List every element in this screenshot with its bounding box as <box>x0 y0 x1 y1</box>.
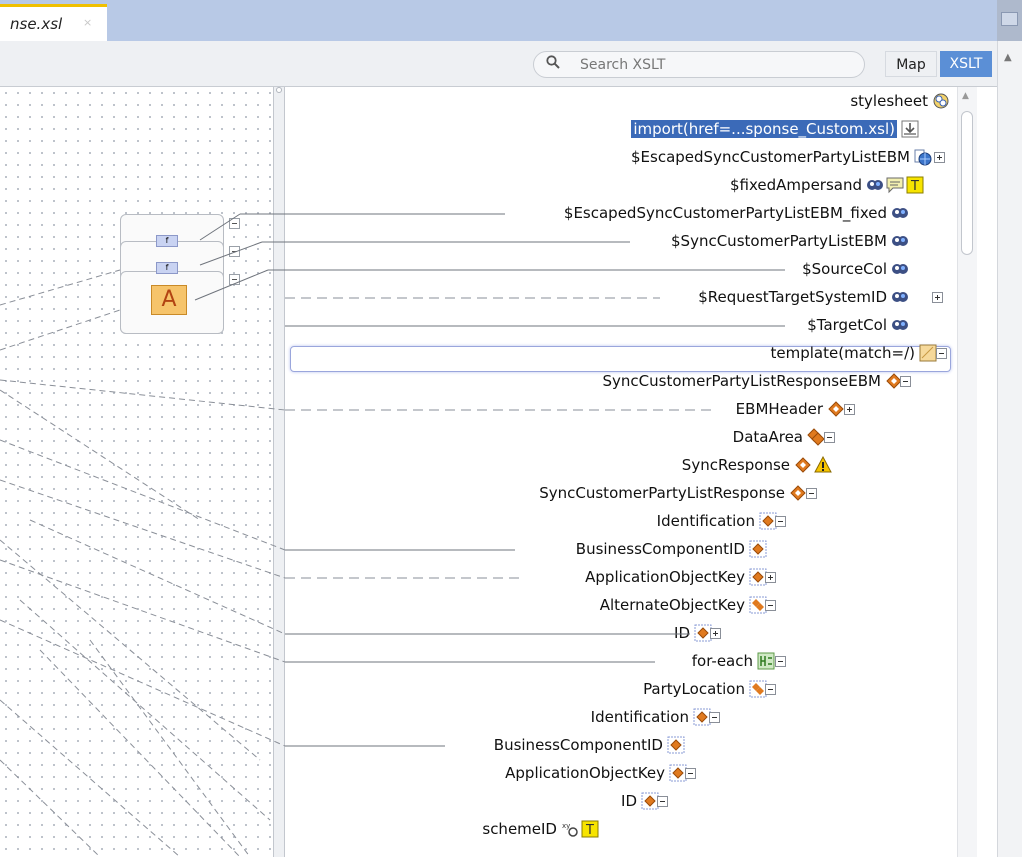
variable-icon <box>866 176 884 194</box>
svg-text:xy: xy <box>562 822 570 830</box>
collapse-toggle[interactable] <box>775 516 786 527</box>
variable-icon <box>891 260 909 278</box>
scrollbar-thumb[interactable] <box>961 111 973 255</box>
template-icon <box>919 344 937 362</box>
tree-node-label[interactable]: $TargetCol <box>807 316 887 334</box>
element-optional-icon <box>667 736 685 754</box>
variable-icon <box>891 316 909 334</box>
tree-node-label[interactable]: $RequestTargetSystemID <box>698 288 887 306</box>
tree-node-label[interactable]: stylesheet <box>850 92 928 110</box>
editor-tab-bar: nse.xsl × <box>0 0 1022 41</box>
tree-node-label[interactable]: SyncCustomerPartyListResponse <box>539 484 785 502</box>
svg-text:T: T <box>585 823 594 838</box>
tree-node-label[interactable]: import(href=...sponse_Custom.xsl) <box>631 120 897 138</box>
element-icon <box>789 484 807 502</box>
tree-node-label[interactable]: ApplicationObjectKey <box>585 568 745 586</box>
tab-list-dropdown-button[interactable] <box>1001 12 1018 26</box>
element-optional-icon <box>749 540 767 558</box>
element-icon <box>794 456 812 474</box>
tree-node-label[interactable]: SyncResponse <box>682 456 790 474</box>
constant-text-icon[interactable]: A <box>151 285 187 315</box>
variable-icon <box>891 204 909 222</box>
tree-node-label[interactable]: Identification <box>657 512 755 530</box>
variable-icon <box>891 288 909 306</box>
tree-node-label[interactable]: $fixedAmpersand <box>730 176 862 194</box>
search-placeholder: Search XSLT <box>580 57 666 73</box>
expand-toggle[interactable] <box>844 404 855 415</box>
expand-toggle[interactable] <box>765 572 776 583</box>
collapse-toggle[interactable] <box>685 768 696 779</box>
tab-xsl-file[interactable]: nse.xsl × <box>0 4 107 41</box>
tree-node-label[interactable]: ID <box>674 624 690 642</box>
svg-text:T: T <box>910 179 919 194</box>
comment-icon <box>886 176 904 194</box>
element-repeat-icon <box>807 428 825 446</box>
collapse-toggle[interactable] <box>900 376 911 387</box>
function-icon[interactable]: f <box>156 262 178 274</box>
tree-node-label[interactable]: BusinessComponentID <box>576 540 745 558</box>
expand-toggle[interactable] <box>932 292 943 303</box>
map-view-button[interactable]: Map <box>885 51 937 77</box>
tab-label: nse.xsl <box>10 15 63 33</box>
tree-node-label[interactable]: $SyncCustomerPartyListEBM <box>671 232 887 250</box>
function-icon[interactable]: f <box>156 235 178 247</box>
collapse-toggle[interactable] <box>765 684 776 695</box>
scroll-up-arrow-icon[interactable]: ▲ <box>962 91 969 101</box>
tree-node-label[interactable]: schemeID <box>482 820 557 838</box>
element-icon <box>827 400 845 418</box>
collapse-toggle[interactable] <box>824 432 835 443</box>
collapse-toggle[interactable] <box>709 712 720 723</box>
mapping-canvas[interactable] <box>0 87 277 857</box>
global-variable-icon <box>914 148 932 166</box>
tree-node-label[interactable]: EBMHeader <box>736 400 823 418</box>
tree-node-label[interactable]: ID <box>621 792 637 810</box>
tree-node-label[interactable]: for-each <box>692 652 753 670</box>
variable-icon <box>891 232 909 250</box>
text-icon: T <box>906 176 924 194</box>
tree-node-label[interactable]: PartyLocation <box>643 680 745 698</box>
tree-node-label[interactable]: template(match=/) <box>771 344 915 362</box>
tree-node-label[interactable]: ApplicationObjectKey <box>505 764 665 782</box>
collapse-toggle[interactable] <box>775 656 786 667</box>
divider-grip[interactable] <box>276 87 282 93</box>
collapse-toggle[interactable] <box>229 246 240 257</box>
for-each-icon <box>757 652 775 670</box>
tree-node-label[interactable]: Identification <box>591 708 689 726</box>
collapse-toggle[interactable] <box>806 488 817 499</box>
tree-node-label[interactable]: DataArea <box>733 428 803 446</box>
import-icon <box>901 120 919 138</box>
stylesheet-icon <box>932 92 950 110</box>
collapse-toggle[interactable] <box>229 274 240 285</box>
xslt-view-button[interactable]: XSLT <box>940 51 992 77</box>
pane-divider[interactable] <box>273 87 285 857</box>
text-icon: T <box>581 820 599 838</box>
attribute-icon: xy <box>561 820 579 838</box>
tree-node-label[interactable]: SyncCustomerPartyListResponseEBM <box>603 372 881 390</box>
expand-toggle[interactable] <box>710 628 721 639</box>
collapse-toggle[interactable] <box>229 218 240 229</box>
tree-node-label[interactable]: $EscapedSyncCustomerPartyListEBM_fixed <box>564 204 887 222</box>
tree-node-label[interactable]: $EscapedSyncCustomerPartyListEBM <box>631 148 910 166</box>
collapse-toggle[interactable] <box>936 348 947 359</box>
search-icon <box>546 55 560 69</box>
collapse-toggle[interactable] <box>657 796 668 807</box>
tree-node-label[interactable]: AlternateObjectKey <box>600 596 745 614</box>
scroll-up-arrow-icon[interactable]: ▲ <box>1004 52 1012 63</box>
expand-toggle[interactable] <box>934 152 945 163</box>
tree-node-label[interactable]: BusinessComponentID <box>494 736 663 754</box>
collapse-toggle[interactable] <box>765 600 776 611</box>
search-xslt-field[interactable]: Search XSLT <box>533 51 865 78</box>
tree-node-label[interactable]: $SourceCol <box>802 260 887 278</box>
close-icon[interactable]: × <box>83 16 92 29</box>
warning-icon <box>814 455 832 474</box>
right-edge-strip <box>997 41 1022 857</box>
